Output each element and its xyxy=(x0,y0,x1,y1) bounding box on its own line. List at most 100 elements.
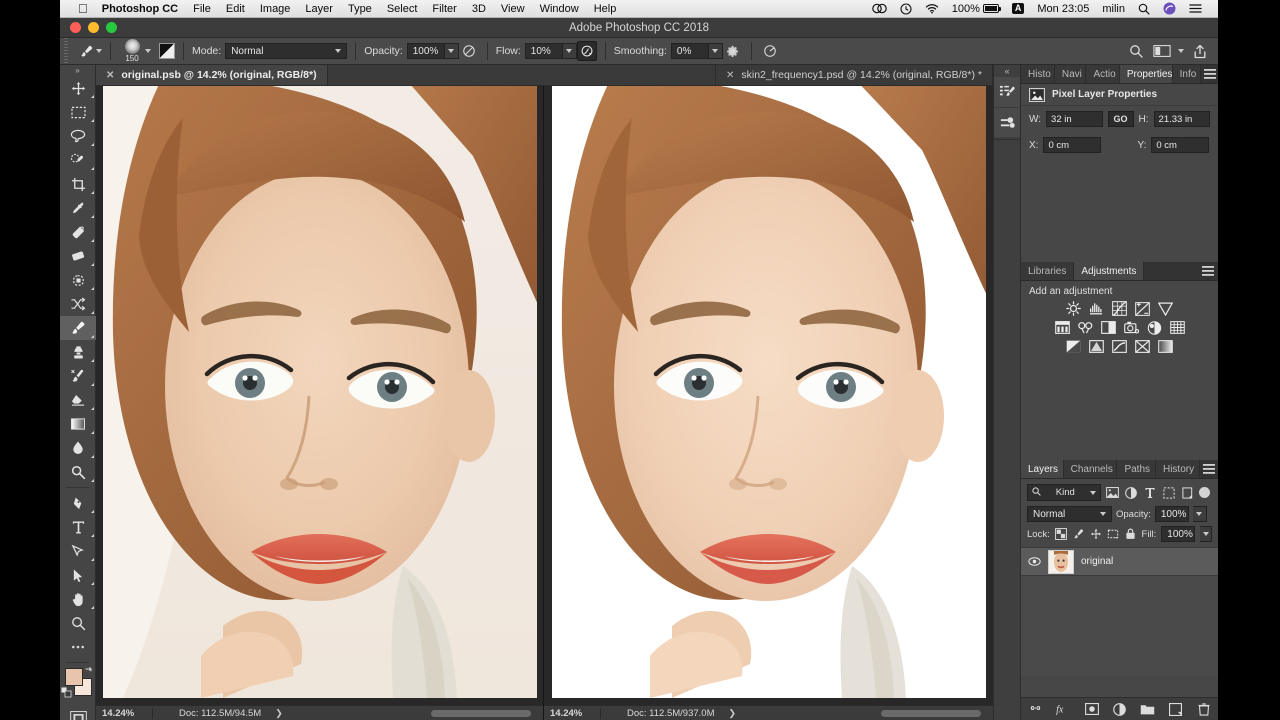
layer-row-original[interactable]: original xyxy=(1021,548,1218,576)
double-chevron-right-icon[interactable]: » xyxy=(60,65,95,76)
opacity-input[interactable]: 100% xyxy=(406,43,445,59)
smoothing-input[interactable]: 0% xyxy=(670,43,709,59)
exposure-icon[interactable] xyxy=(1134,301,1151,316)
link-dimensions-button[interactable]: GO xyxy=(1107,111,1134,127)
smoothing-control[interactable]: Smoothing: 0% xyxy=(610,38,747,64)
filter-toggle-icon[interactable] xyxy=(1199,487,1211,498)
quick-selection-tool[interactable] xyxy=(60,148,96,172)
brush-settings-panel-icon[interactable] xyxy=(994,107,1020,137)
y-input[interactable]: 0 cm xyxy=(1151,137,1210,153)
tab-adjustments[interactable]: Adjustments xyxy=(1074,262,1145,280)
dropbox-icon[interactable] xyxy=(871,3,887,14)
type-tool[interactable] xyxy=(60,515,96,539)
flow-caret-icon[interactable] xyxy=(562,43,577,59)
mode-select[interactable]: Normal xyxy=(225,43,348,59)
close-button[interactable] xyxy=(70,22,81,33)
hue-saturation-icon[interactable] xyxy=(1054,320,1071,335)
lasso-tool[interactable] xyxy=(60,124,96,148)
close-icon[interactable]: ✕ xyxy=(726,70,734,81)
gear-icon[interactable] xyxy=(723,41,743,61)
hand-tool[interactable] xyxy=(60,587,96,611)
path-selection-tool[interactable] xyxy=(60,539,96,563)
brush-tool[interactable] xyxy=(60,316,96,340)
layer-kind-filter[interactable]: Kind xyxy=(1027,484,1101,501)
layer-fill-input[interactable]: 100% xyxy=(1161,526,1196,542)
threshold-icon[interactable] xyxy=(1111,339,1128,354)
eyedropper-tool[interactable] xyxy=(60,196,96,220)
x-input[interactable]: 0 cm xyxy=(1043,137,1102,153)
share-icon[interactable] xyxy=(1190,41,1210,61)
frame-tool[interactable] xyxy=(60,268,96,292)
black-white-icon[interactable] xyxy=(1100,320,1117,335)
color-balance-icon[interactable] xyxy=(1077,320,1094,335)
menu-window[interactable]: Window xyxy=(540,3,579,15)
vibrance-icon[interactable] xyxy=(1157,301,1174,316)
tab-actions[interactable]: Actio xyxy=(1086,65,1120,83)
blur-tool[interactable] xyxy=(60,436,96,460)
menu-select[interactable]: Select xyxy=(387,3,418,15)
menu-edit[interactable]: Edit xyxy=(226,3,245,15)
opacity-caret-icon[interactable] xyxy=(444,43,459,59)
clone-stamp-tool[interactable] xyxy=(60,340,96,364)
foreground-color-swatch[interactable] xyxy=(65,668,83,686)
delete-layer-icon[interactable] xyxy=(1196,702,1211,717)
brush-preset-picker[interactable]: 150 xyxy=(115,38,155,64)
rectangular-marquee-tool[interactable] xyxy=(60,100,96,124)
color-lookup-icon[interactable] xyxy=(1169,320,1186,335)
levels-icon[interactable] xyxy=(1088,301,1105,316)
battery-status[interactable]: 100% xyxy=(952,3,1001,15)
menubar-user[interactable]: milin xyxy=(1102,3,1125,15)
history-brush-tool[interactable] xyxy=(60,364,96,388)
chevron-down-icon[interactable] xyxy=(1178,49,1184,53)
add-layer-mask-icon[interactable] xyxy=(1084,702,1099,717)
new-adjustment-layer-icon[interactable] xyxy=(1112,702,1127,717)
quick-mask-mode-button[interactable] xyxy=(60,706,96,720)
spotlight-search-icon[interactable] xyxy=(1138,3,1150,15)
menubar-clock[interactable]: Mon 23:05 xyxy=(1037,3,1089,15)
eraser-tool[interactable] xyxy=(60,388,96,412)
new-group-icon[interactable] xyxy=(1140,702,1155,717)
swap-colors-icon[interactable] xyxy=(84,666,94,678)
menu-app-name[interactable]: Photoshop CC xyxy=(102,3,178,15)
panel-menu-icon[interactable] xyxy=(1201,65,1218,83)
menu-help[interactable]: Help xyxy=(594,3,617,15)
brightness-contrast-icon[interactable] xyxy=(1065,301,1082,316)
options-bar-grip[interactable] xyxy=(60,38,72,64)
layer-opacity-caret-icon[interactable] xyxy=(1192,506,1207,522)
brush-preset-panel-icon[interactable] xyxy=(994,77,1020,107)
tool-preset-caret-icon[interactable] xyxy=(96,49,102,53)
height-input[interactable]: 21.33 in xyxy=(1153,111,1210,127)
pen-tool[interactable] xyxy=(60,491,96,515)
panel-menu-icon[interactable] xyxy=(1200,460,1218,478)
chevron-right-icon[interactable]: ❯ xyxy=(275,708,283,719)
chevron-right-icon[interactable]: ❯ xyxy=(728,708,736,719)
lock-all-icon[interactable] xyxy=(1124,527,1136,542)
crop-tool[interactable] xyxy=(60,172,96,196)
zoom-level[interactable]: 14.24% xyxy=(544,708,600,719)
apple-logo-icon[interactable]:  xyxy=(78,2,88,15)
menu-layer[interactable]: Layer xyxy=(305,3,333,15)
canvas-viewport-skin2[interactable] xyxy=(544,86,993,705)
type-filter-icon[interactable] xyxy=(1142,485,1157,500)
smoothing-caret-icon[interactable] xyxy=(708,43,723,59)
lock-artboard-icon[interactable] xyxy=(1107,527,1119,542)
width-input[interactable]: 32 in xyxy=(1046,111,1103,127)
selective-color-icon[interactable] xyxy=(1134,339,1151,354)
shuffle-tool[interactable] xyxy=(60,292,96,316)
layer-name[interactable]: original xyxy=(1081,556,1113,567)
pressure-opacity-icon[interactable] xyxy=(459,41,479,61)
horizontal-scrollbar[interactable] xyxy=(431,709,531,717)
notification-center-icon[interactable] xyxy=(1189,3,1202,14)
color-swatches[interactable] xyxy=(60,666,96,700)
shape-tool[interactable] xyxy=(60,563,96,587)
clock-icon[interactable] xyxy=(900,2,912,15)
brush-angle-control[interactable] xyxy=(756,38,784,64)
lock-position-icon[interactable] xyxy=(1089,527,1101,542)
patch-tool[interactable] xyxy=(60,244,96,268)
gradient-map-icon[interactable] xyxy=(1157,339,1174,354)
zoom-level[interactable]: 14.24% xyxy=(96,708,152,719)
default-foreground-background-icon[interactable] xyxy=(60,686,72,700)
pixel-filter-icon[interactable] xyxy=(1105,485,1120,500)
menu-3d[interactable]: 3D xyxy=(472,3,486,15)
document-tab-original[interactable]: ✕ original.psb @ 14.2% (original, RGB/8*… xyxy=(96,65,328,85)
